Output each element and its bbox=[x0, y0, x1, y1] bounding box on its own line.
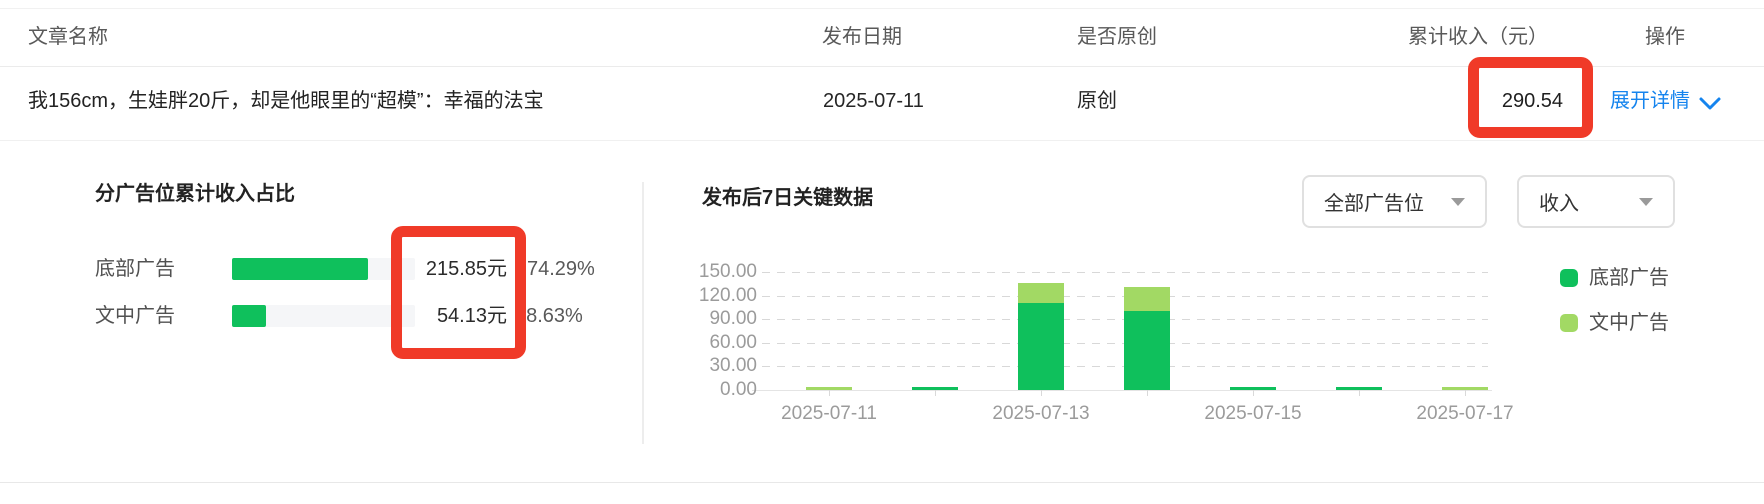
bar-segment bbox=[1442, 387, 1488, 390]
y-axis-tick-label: 150.00 bbox=[637, 261, 757, 283]
y-axis-tick-label: 60.00 bbox=[637, 332, 757, 354]
bar-segment bbox=[912, 387, 958, 390]
y-axis-tick-label: 120.00 bbox=[637, 285, 757, 307]
x-axis-tick-label: 2025-07-11 bbox=[749, 403, 909, 425]
seven-day-bar-chart: 0.0030.0060.0090.00120.00150.00 2025-07-1… bbox=[0, 0, 1764, 504]
bar-segment bbox=[1018, 283, 1064, 303]
bar-segment bbox=[1336, 387, 1382, 390]
y-axis-tick-label: 0.00 bbox=[637, 379, 757, 401]
bar-segment bbox=[806, 387, 852, 390]
y-axis-tick-label: 90.00 bbox=[637, 308, 757, 330]
x-axis-tick-label: 2025-07-13 bbox=[961, 403, 1121, 425]
bar-segment bbox=[1124, 287, 1170, 311]
x-axis-tick-label: 2025-07-15 bbox=[1173, 403, 1333, 425]
bar-segment bbox=[1018, 303, 1064, 390]
bar-segment bbox=[1124, 311, 1170, 390]
bar-segment bbox=[1230, 387, 1276, 390]
x-axis-tick-label: 2025-07-17 bbox=[1385, 403, 1545, 425]
y-axis-tick-label: 30.00 bbox=[637, 355, 757, 377]
article-revenue-screen: 文章名称 发布日期 是否原创 累计收入（元） 操作 我156cm，生娃胖20斤，… bbox=[0, 0, 1764, 504]
